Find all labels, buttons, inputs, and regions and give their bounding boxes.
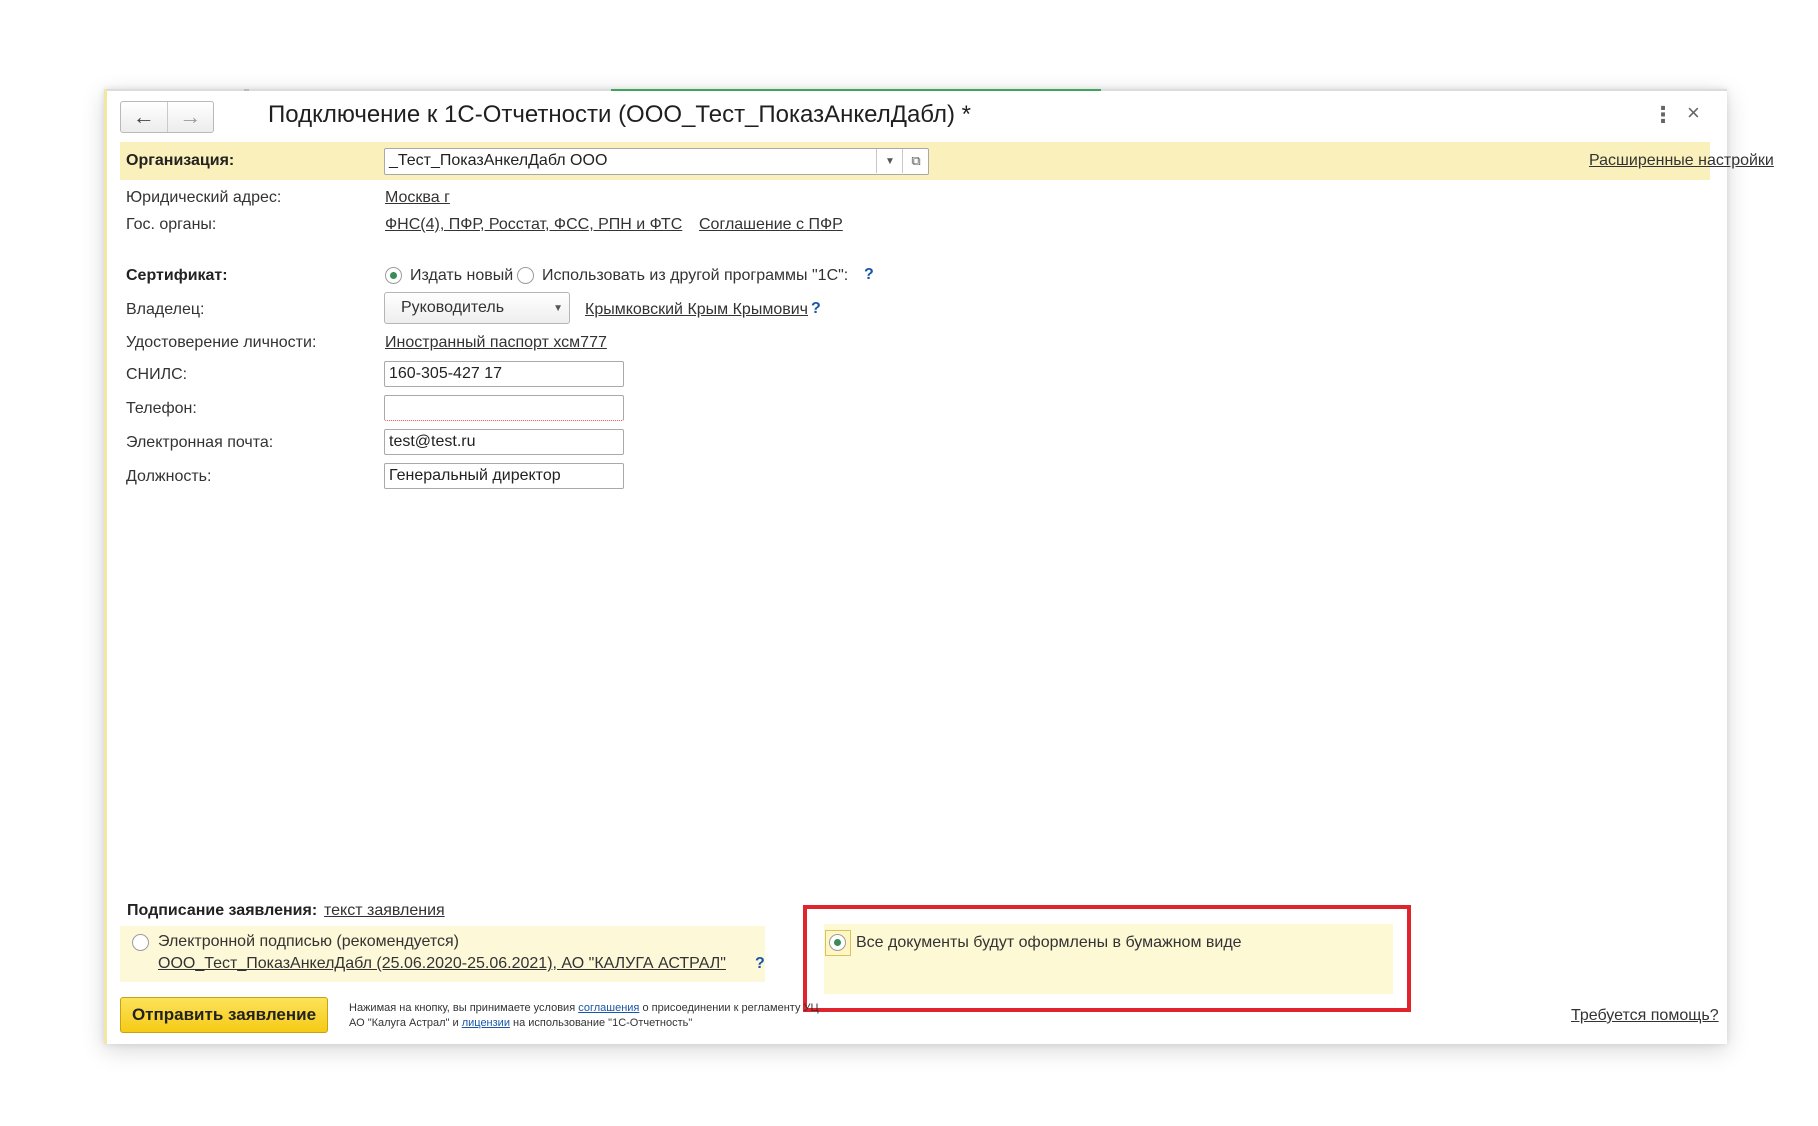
organization-field[interactable]: _Тест_ПоказАнкелДабл ООО ▼ ⧉: [384, 148, 929, 175]
owner-help-icon[interactable]: ?: [811, 300, 821, 318]
chevron-down-icon[interactable]: ▼: [876, 149, 903, 173]
legal-address-link[interactable]: Москва г: [385, 189, 450, 207]
esign-radio[interactable]: [132, 934, 149, 951]
certificate-new-radio[interactable]: [385, 267, 402, 284]
agreement-link[interactable]: соглашения: [578, 1002, 639, 1014]
chevron-down-icon: ▼: [553, 303, 563, 314]
organization-label: Организация:: [126, 152, 235, 169]
organization-value: _Тест_ПоказАнкелДабл ООО: [389, 152, 608, 169]
esign-help-icon[interactable]: ?: [755, 955, 765, 973]
email-value: test@test.ru: [389, 433, 476, 450]
certificate-label: Сертификат:: [126, 267, 228, 284]
certificate-new-label[interactable]: Издать новый: [410, 267, 513, 285]
more-vertical-icon[interactable]: ⋮: [1652, 102, 1674, 128]
connection-window: ← → Подключение к 1С-Отчетности (ООО_Тес…: [104, 89, 1774, 1044]
advanced-settings-link[interactable]: Расширенные настройки: [1589, 152, 1774, 170]
esign-option-label[interactable]: Электронной подписью (рекомендуется): [158, 933, 459, 951]
tab-strip: [104, 89, 1727, 91]
email-label: Электронная почта:: [126, 434, 274, 451]
submit-application-button[interactable]: Отправить заявление: [120, 997, 328, 1033]
gov-bodies-link[interactable]: ФНС(4), ПФР, Росстат, ФСС, РПН и ФТС: [385, 216, 682, 234]
signing-text-link[interactable]: текст заявления: [324, 902, 445, 920]
snils-label: СНИЛС:: [126, 366, 188, 383]
navigation-buttons: ← →: [120, 101, 214, 133]
position-label: Должность:: [126, 468, 212, 485]
snils-value: 160-305-427 17: [389, 365, 502, 382]
back-button[interactable]: ←: [121, 102, 167, 132]
owner-role-value: Руководитель: [401, 299, 505, 316]
arrow-left-icon: ←: [132, 104, 155, 129]
owner-role-select[interactable]: Руководитель ▼: [384, 292, 570, 324]
close-icon[interactable]: ×: [1687, 100, 1700, 126]
position-value: Генеральный директор: [389, 467, 561, 484]
identity-link[interactable]: Иностранный паспорт хсм777: [385, 334, 607, 352]
pfr-agreement-link[interactable]: Соглашение с ПФР: [699, 216, 843, 234]
esign-certificate-link[interactable]: ООО_Тест_ПоказАнкелДабл (25.06.2020-25.0…: [158, 955, 726, 973]
arrow-right-icon: →: [179, 104, 202, 129]
owner-label: Владелец:: [126, 301, 205, 318]
legal-text: о присоединении к регламенту УЦ: [639, 1002, 819, 1014]
tab-separator: [244, 89, 249, 91]
certificate-other-radio[interactable]: [517, 267, 534, 284]
legal-text: на использование "1С-Отчетность": [509, 1017, 693, 1029]
legal-notice: Нажимая на кнопку, вы принимаете условия…: [349, 1001, 819, 1031]
gov-bodies-label: Гос. органы:: [126, 216, 217, 233]
legal-address-label: Юридический адрес:: [126, 189, 282, 206]
identity-label: Удостоверение личности:: [126, 334, 317, 351]
signing-label: Подписание заявления:: [127, 902, 318, 919]
forward-button[interactable]: →: [166, 102, 214, 132]
window-title: Подключение к 1С-Отчетности (ООО_Тест_По…: [268, 101, 971, 128]
position-input[interactable]: Генеральный директор: [384, 463, 624, 489]
help-link[interactable]: Требуется помощь?: [1571, 1007, 1719, 1025]
phone-input[interactable]: [384, 395, 624, 421]
owner-person-link[interactable]: Крымковский Крым Крымович: [585, 301, 808, 319]
highlight-annotation: [803, 905, 1411, 1012]
snils-input[interactable]: 160-305-427 17: [384, 361, 624, 387]
email-input[interactable]: test@test.ru: [384, 429, 624, 455]
phone-label: Телефон:: [126, 400, 197, 417]
certificate-help-icon[interactable]: ?: [864, 266, 874, 284]
certificate-other-label[interactable]: Использовать из другой программы "1С":: [542, 267, 848, 285]
window-left-edge: [104, 89, 107, 1044]
legal-text: АО "Калуга Астрал" и: [349, 1017, 462, 1029]
legal-text: Нажимая на кнопку, вы принимаете условия: [349, 1002, 579, 1014]
open-icon[interactable]: ⧉: [902, 149, 928, 173]
active-tab-indicator: [611, 89, 1101, 91]
license-link[interactable]: лицензии: [462, 1017, 510, 1029]
